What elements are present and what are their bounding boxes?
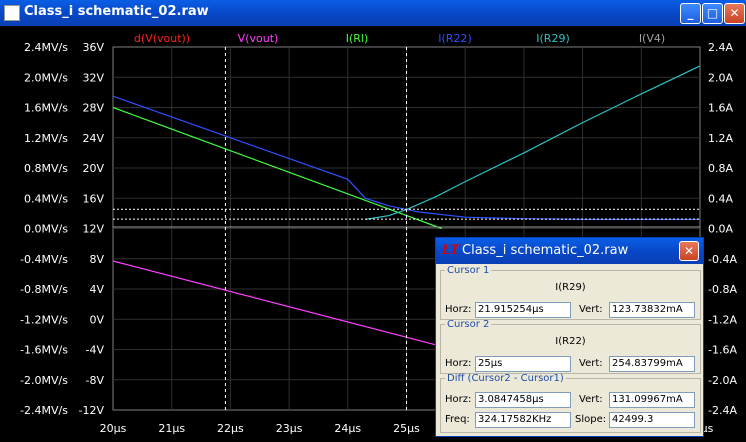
right-tick-label: -1.6A xyxy=(708,344,737,357)
cursor-window-close-button[interactable]: ✕ xyxy=(679,241,699,261)
legend-i-rl[interactable]: I(Rl) xyxy=(346,32,369,45)
right-tick-label: 2.4A xyxy=(708,41,733,54)
cursor1-legend: Cursor 1 xyxy=(447,265,490,276)
left-inner-tick-label: 8V xyxy=(89,253,104,266)
diff-horz-field[interactable]: 3.0847458µs xyxy=(475,392,571,408)
cursor1-horz-field[interactable]: 21.915254µs xyxy=(475,302,571,318)
right-tick-label: 0.4A xyxy=(708,192,733,205)
cursor1-trace: I(R29) xyxy=(555,282,586,293)
diff-slope-field[interactable]: 42499.3 xyxy=(609,412,695,428)
left-outer-tick-label: -2.0MV/s xyxy=(20,374,68,387)
cursor1-horz-label: Horz: xyxy=(445,304,472,315)
right-tick-label: 2.0A xyxy=(708,71,733,84)
diff-legend: Diff (Cursor2 - Cursor1) xyxy=(447,373,564,384)
left-outer-tick-label: 0.8MV/s xyxy=(24,162,68,175)
left-inner-tick-label: -12V xyxy=(79,404,105,417)
maximize-button[interactable]: □ xyxy=(702,3,723,24)
cursor-window-title: Class_i schematic_02.raw xyxy=(462,243,629,258)
left-outer-tick-label: 1.6MV/s xyxy=(24,102,68,115)
diff-vert-field[interactable]: 131.09967mA xyxy=(609,392,695,408)
right-tick-label: 1.2A xyxy=(708,132,733,145)
left-inner-tick-label: 16V xyxy=(82,192,104,205)
right-tick-label: -1.2A xyxy=(708,313,737,326)
left-inner-tick-label: 36V xyxy=(82,41,104,54)
diff-freq-label: Freq: xyxy=(445,414,470,425)
left-inner-tick-label: 20V xyxy=(82,162,104,175)
cursor2-vert-field[interactable]: 254.83799mA xyxy=(609,356,695,372)
left-inner-tick-label: 4V xyxy=(89,283,104,296)
lt-logo-icon: LT xyxy=(442,243,460,258)
title-bar[interactable]: Class_i schematic_02.raw _ □ ✕ xyxy=(0,0,746,26)
cursor2-horz-field[interactable]: 25µs xyxy=(475,356,571,372)
cursor1-vert-label: Vert: xyxy=(579,304,603,315)
waveform-app-icon xyxy=(4,5,20,21)
x-tick-label: 22µs xyxy=(217,422,244,435)
window-title: Class_i schematic_02.raw xyxy=(24,4,209,19)
legend-i-r22[interactable]: I(R22) xyxy=(438,32,471,45)
cursor2-vert-label: Vert: xyxy=(579,358,603,369)
diff-horz-label: Horz: xyxy=(445,394,472,405)
left-inner-axis: 36V 32V 28V 24V 20V 16V 12V 8V 4V 0V -4V -8V -12V xyxy=(79,41,105,417)
left-inner-tick-label: 28V xyxy=(82,102,104,115)
cursor1-group: Cursor 1 I(R29) Horz: 21.915254µs Vert: … xyxy=(440,265,701,320)
legend-d-v-vout[interactable]: d(V(vout)) xyxy=(134,32,190,45)
left-outer-tick-label: -1.2MV/s xyxy=(20,313,68,326)
cursor-readout-window[interactable]: LT Class_i schematic_02.raw ✕ Cursor 1 I… xyxy=(435,237,704,437)
cursor2-horz-label: Horz: xyxy=(445,358,472,369)
x-tick-label: 21µs xyxy=(158,422,185,435)
close-button[interactable]: ✕ xyxy=(724,3,745,24)
waveform-viewer-window: Class_i schematic_02.raw _ □ ✕ 2.4MV/s 2.… xyxy=(0,0,746,442)
left-inner-tick-label: 24V xyxy=(82,132,104,145)
left-outer-tick-label: 1.2MV/s xyxy=(24,132,68,145)
left-inner-tick-label: -4V xyxy=(86,344,105,357)
diff-slope-label: Slope: xyxy=(575,414,607,425)
legend-i-r29[interactable]: I(R29) xyxy=(536,32,569,45)
left-outer-tick-label: -0.8MV/s xyxy=(20,283,68,296)
left-outer-tick-label: 0.4MV/s xyxy=(24,192,68,205)
diff-group: Diff (Cursor2 - Cursor1) Horz: 3.0847458… xyxy=(440,373,701,433)
cursor-window-title-bar[interactable]: LT Class_i schematic_02.raw ✕ xyxy=(436,238,703,264)
x-tick-label: 20µs xyxy=(100,422,127,435)
right-tick-label: -0.8A xyxy=(708,283,737,296)
legend-v-vout[interactable]: V(vout) xyxy=(238,32,279,45)
right-tick-label: 0.0A xyxy=(708,223,733,236)
left-inner-tick-label: 32V xyxy=(82,71,104,84)
cursor2-legend: Cursor 2 xyxy=(447,319,490,330)
left-inner-tick-label: -8V xyxy=(86,374,105,387)
right-tick-label: -2.0A xyxy=(708,374,737,387)
left-outer-tick-label: -0.4MV/s xyxy=(20,253,68,266)
right-tick-label: -0.4A xyxy=(708,253,737,266)
x-tick-label: 24µs xyxy=(334,422,361,435)
left-outer-tick-label: 0.0MV/s xyxy=(24,223,68,236)
right-tick-label: 1.6A xyxy=(708,102,733,115)
legend-i-v4[interactable]: I(V4) xyxy=(639,32,665,45)
cursor1-vert-field[interactable]: 123.73832mA xyxy=(609,302,695,318)
x-tick-label: 25µs xyxy=(393,422,420,435)
left-outer-tick-label: -1.6MV/s xyxy=(20,344,68,357)
left-outer-tick-label: 2.4MV/s xyxy=(24,41,68,54)
right-tick-label: -2.4A xyxy=(708,404,737,417)
left-inner-tick-label: 12V xyxy=(82,223,104,236)
minimize-button[interactable]: _ xyxy=(680,3,701,24)
trace-legend[interactable]: d(V(vout)) V(vout) I(Rl) I(R22) I(R29) I(V4) xyxy=(134,32,665,45)
diff-freq-field[interactable]: 324.17582KHz xyxy=(475,412,571,428)
left-outer-tick-label: -2.4MV/s xyxy=(20,404,68,417)
left-inner-tick-label: 0V xyxy=(89,313,104,326)
right-axis: 2.4A 2.0A 1.6A 1.2A 0.8A 0.4A 0.0A -0.4A -0.8A -1… xyxy=(708,41,737,417)
cursor2-group: Cursor 2 I(R22) Horz: 25µs Vert: 254.837… xyxy=(440,319,701,374)
right-tick-label: 0.8A xyxy=(708,162,733,175)
diff-vert-label: Vert: xyxy=(579,394,603,405)
cursor2-trace: I(R22) xyxy=(555,336,586,347)
left-outer-axis: 2.4MV/s 2.0MV/s 1.6MV/s 1.2MV/s 0.8MV/s 0.4MV… xyxy=(20,41,68,417)
x-tick-label: 23µs xyxy=(276,422,303,435)
left-outer-tick-label: 2.0MV/s xyxy=(24,71,68,84)
